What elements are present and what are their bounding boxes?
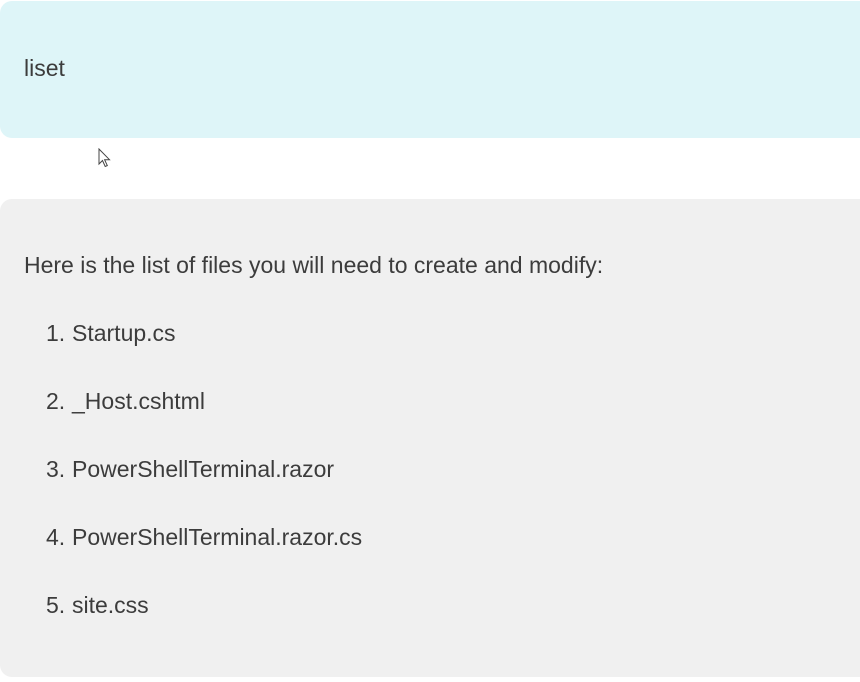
list-item-number: 1. [46,320,66,346]
list-item-number: 2. [46,388,66,414]
list-item-number: 5. [46,592,66,618]
assistant-message-bubble: Here is the list of files you will need … [0,199,860,677]
list-item-label: PowerShellTerminal.razor.cs [72,524,363,550]
assistant-intro-text: Here is the list of files you will need … [24,252,604,278]
user-message-bubble: liset [0,1,860,138]
list-item-number: 4. [46,524,66,550]
list-item-label: PowerShellTerminal.razor [72,456,335,482]
list-item-label: site.css [72,592,149,618]
user-message-text: liset [24,55,65,81]
mouse-pointer-icon [98,147,112,168]
list-item-number: 3. [46,456,66,482]
list-item-label: Startup.cs [72,320,176,346]
list-item-label: _Host.cshtml [72,388,205,414]
